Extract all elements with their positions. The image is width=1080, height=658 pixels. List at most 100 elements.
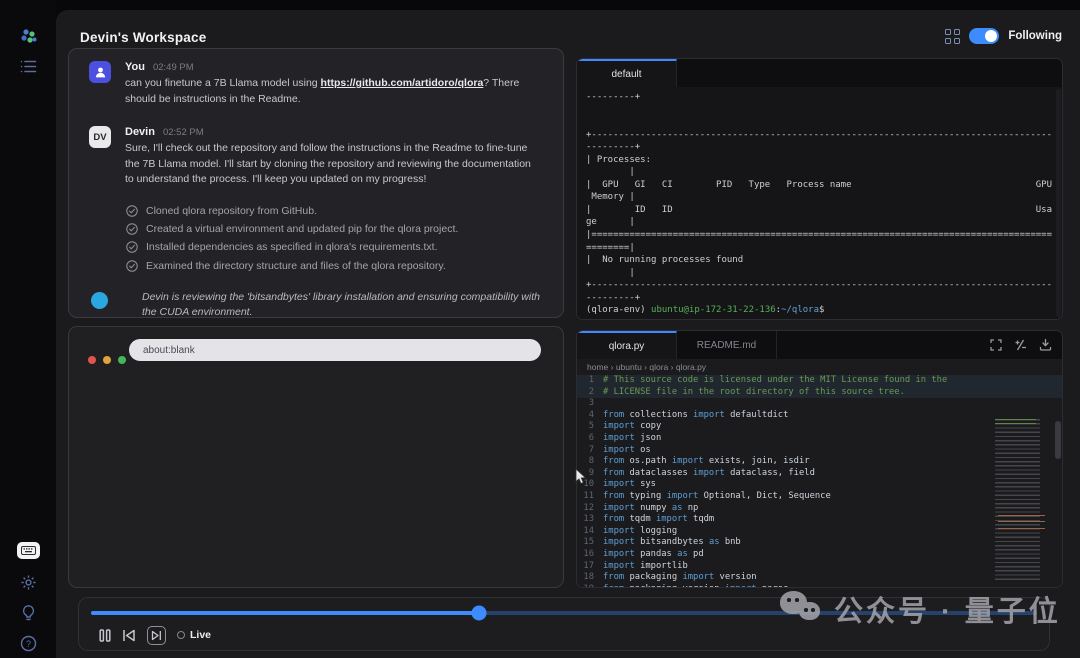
- terminal-line: ge |: [586, 217, 635, 228]
- code-line: 14 import logging: [583, 525, 678, 536]
- terminal-line: |: [586, 167, 635, 178]
- help-icon[interactable]: ?: [0, 635, 56, 652]
- keyboard-shortcuts-icon[interactable]: [0, 542, 56, 559]
- terminal-line: +---------------------------------------…: [586, 129, 1052, 140]
- check-circle-icon: [126, 204, 138, 217]
- page-title: Devin's Workspace: [80, 30, 207, 45]
- pause-button[interactable]: [99, 628, 111, 642]
- code-line: 10 import sys: [583, 479, 656, 490]
- code-line: 2 # LICENSE file in the root directory of…: [577, 386, 1062, 399]
- checklist-item: Examined the directory structure and fil…: [126, 256, 541, 274]
- code-line: 9 from dataclasses import dataclass, fiel…: [588, 467, 815, 478]
- chat-message-devin: DV Devin 02:52 PM Sure, I'll check out t…: [89, 126, 541, 188]
- code-line: 13 from tqdm import tqdm: [583, 514, 715, 525]
- svg-text:?: ?: [25, 639, 30, 649]
- diff-icon[interactable]: [1014, 339, 1027, 351]
- message-timestamp: 02:49 PM: [152, 62, 194, 73]
- status-text: Devin is reviewing the 'bitsandbytes' li…: [142, 290, 540, 318]
- toggle-knob: [985, 30, 998, 42]
- download-icon[interactable]: [1039, 338, 1052, 351]
- workspace-card: Devin's Workspace Following You 02:49 PM…: [56, 10, 1080, 658]
- minimap[interactable]: [995, 419, 1053, 583]
- message-text: Sure, I'll check out the repository and …: [125, 142, 531, 185]
- close-window-icon[interactable]: [88, 356, 96, 364]
- editor-scrollbar[interactable]: [1055, 421, 1061, 459]
- url-bar[interactable]: about:blank: [129, 339, 541, 361]
- code-line: 15 import bitsandbytes as bnb: [583, 537, 741, 548]
- terminal-line: ---------+: [586, 292, 641, 303]
- current-activity-status: Devin is reviewing the 'bitsandbytes' li…: [91, 290, 541, 318]
- check-circle-icon: [126, 259, 138, 272]
- url-text: about:blank: [143, 344, 195, 356]
- chat-panel: You 02:49 PM can you finetune a 7B Llama…: [68, 48, 564, 318]
- editor-panel: qlora.py README.md home › ubuntu › qlora…: [576, 330, 1063, 588]
- terminal-output[interactable]: ---------+ +-----------------------------…: [577, 87, 1062, 319]
- check-circle-icon: [126, 241, 138, 253]
- terminal-line: Memory |: [586, 192, 635, 203]
- code-area[interactable]: 1 # This source code is licensed under th…: [577, 375, 1062, 587]
- check-circle-icon: [126, 223, 138, 235]
- live-dot-icon: [177, 631, 185, 639]
- terminal-prompt: (qlora-env) ubuntu@ip-172-31-22-136:~/ql…: [586, 305, 825, 316]
- code-line: 17 import importlib: [583, 560, 688, 571]
- devin-logo-icon[interactable]: [0, 27, 56, 46]
- checklist-item: Cloned qlora repository from GitHub.: [126, 202, 541, 220]
- terminal-line: | ID ID Usa: [586, 204, 1052, 215]
- following-toggle[interactable]: [969, 28, 1000, 44]
- fullscreen-icon[interactable]: [990, 338, 1002, 351]
- code-line: 8 from os.path import exists, join, isdir: [588, 456, 810, 467]
- code-line: 16 import pandas as pd: [583, 548, 704, 559]
- terminal-panel: default ---------+ +---------------------…: [576, 58, 1063, 320]
- task-list-icon[interactable]: [0, 59, 56, 74]
- repo-link[interactable]: https://github.com/artidoro/qlora: [321, 77, 484, 89]
- breadcrumb[interactable]: home › ubuntu › qlora › qlora.py: [577, 359, 1062, 375]
- skip-to-latest-button[interactable]: [147, 625, 166, 645]
- live-label: Live: [190, 629, 212, 641]
- terminal-scrollbar[interactable]: [1056, 89, 1061, 317]
- timeline-slider-thumb[interactable]: [471, 605, 487, 621]
- following-label: Following: [1008, 30, 1062, 42]
- browser-panel: about:blank: [68, 326, 564, 588]
- progress-checklist: Cloned qlora repository from GitHub. Cre…: [126, 202, 541, 275]
- skip-to-start-button[interactable]: [122, 629, 136, 642]
- code-line: 18 from packaging import version: [583, 572, 757, 583]
- editor-tab-qlora-py[interactable]: qlora.py: [577, 331, 677, 359]
- code-line: 3: [588, 398, 594, 409]
- terminal-line: ---------+: [586, 142, 641, 153]
- maximize-window-icon[interactable]: [118, 356, 126, 364]
- terminal-line: +---------------------------------------…: [586, 280, 1052, 291]
- terminal-line: |: [586, 267, 635, 278]
- terminal-line: ========|: [586, 242, 635, 253]
- minimize-window-icon[interactable]: [103, 356, 111, 364]
- timeline-player-bar: Live: [78, 597, 1050, 651]
- devin-avatar: DV: [89, 126, 111, 148]
- settings-gear-icon[interactable]: [0, 574, 56, 591]
- window-controls: [88, 356, 126, 364]
- terminal-line: ---------+: [586, 92, 641, 102]
- editor-tab-readme-md[interactable]: README.md: [677, 331, 777, 359]
- terminal-line: | No running processes found: [586, 255, 744, 266]
- message-text: can you finetune a 7B Llama model using …: [125, 77, 520, 105]
- lightbulb-icon[interactable]: [0, 604, 56, 622]
- code-line: 5 import copy: [588, 421, 662, 432]
- sidebar: ?: [0, 0, 56, 658]
- checklist-item: Installed dependencies as specified in q…: [126, 238, 541, 256]
- checklist-item: Created a virtual environment and update…: [126, 220, 541, 238]
- terminal-line: | GPU GI CI PID Type Process name GPU: [586, 179, 1052, 190]
- code-line: 7 import os: [588, 444, 651, 455]
- user-avatar: [89, 61, 111, 83]
- layout-grid-icon[interactable]: [945, 28, 961, 44]
- code-line: 12 import numpy as np: [583, 502, 699, 513]
- live-indicator[interactable]: Live: [177, 629, 211, 641]
- terminal-tabbar: default: [577, 59, 1062, 87]
- chat-message-user: You 02:49 PM can you finetune a 7B Llama…: [89, 61, 541, 107]
- timeline-slider[interactable]: [91, 605, 1037, 621]
- terminal-tab-default[interactable]: default: [577, 59, 677, 87]
- code-line: 1 # This source code is licensed under th…: [577, 375, 1062, 387]
- active-status-dot: [91, 291, 108, 309]
- message-author: You: [125, 61, 145, 73]
- message-author: Devin: [125, 126, 155, 138]
- code-line: 4 from collections import defaultdict: [588, 409, 789, 420]
